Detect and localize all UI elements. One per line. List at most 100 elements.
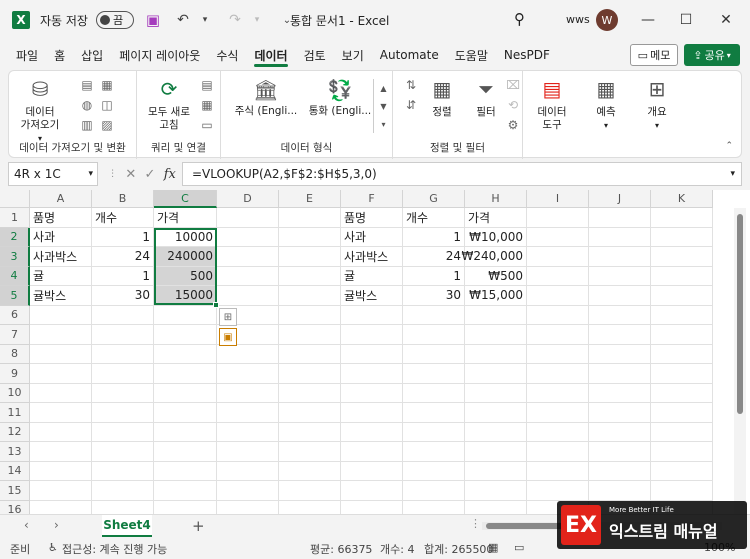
cell-k10[interactable] (651, 383, 713, 403)
worksheet-grid[interactable]: A B C D E F G H I J K 1 품명 개수 가격 품명 개수 가격 2 사과 1 10000 사과 1 ₩10,… (0, 190, 750, 514)
cell-h6[interactable] (465, 305, 527, 325)
cell-b10[interactable] (92, 383, 154, 403)
maximize-icon[interactable]: ☐ (672, 8, 700, 32)
cell-b16[interactable] (92, 500, 154, 514)
cell-e3[interactable] (279, 247, 341, 267)
cell-h4[interactable]: ₩500 (465, 266, 527, 286)
paste-options-icon[interactable]: ▣ (219, 328, 237, 346)
cell-g11[interactable] (403, 403, 465, 423)
cell-c16[interactable] (154, 500, 217, 514)
cell-b13[interactable] (92, 442, 154, 462)
cell-i8[interactable] (527, 344, 589, 364)
cell-e16[interactable] (279, 500, 341, 514)
column-header-k[interactable]: K (651, 190, 713, 208)
cell-h3[interactable]: ₩240,000 (462, 247, 527, 267)
filter-button[interactable]: ⏷ 필터 (469, 75, 503, 119)
from-web-icon[interactable]: ◍ (79, 97, 95, 113)
column-header-i[interactable]: I (527, 190, 589, 208)
cell-d1[interactable] (217, 208, 279, 228)
formula-input[interactable]: =VLOOKUP(A2,$F$2:$H$5,3,0) ▾ (182, 162, 742, 186)
cell-c1[interactable]: 가격 (154, 208, 217, 228)
save-icon[interactable]: ▣ (142, 9, 164, 31)
cell-g3[interactable]: 24 (403, 247, 465, 267)
cell-k11[interactable] (651, 403, 713, 423)
cell-d3[interactable] (217, 247, 279, 267)
sort-desc-icon[interactable]: ⇵ (403, 97, 419, 113)
cell-k4[interactable] (651, 266, 713, 286)
cell-b9[interactable] (92, 364, 154, 384)
cell-k12[interactable] (651, 422, 713, 442)
cell-f15[interactable] (341, 481, 403, 501)
comments-button[interactable]: ▭ 메모 (630, 44, 678, 66)
cell-d16[interactable] (217, 500, 279, 514)
cell-i7[interactable] (527, 325, 589, 345)
share-button[interactable]: ⇪ 공유 ▾ (684, 44, 740, 66)
close-icon[interactable]: ✕ (712, 8, 740, 32)
cell-f8[interactable] (341, 344, 403, 364)
sort-button[interactable]: ▦ 정렬 (423, 75, 461, 119)
cell-b3[interactable]: 24 (92, 247, 154, 267)
existing-connections-icon[interactable]: ◫ (99, 97, 115, 113)
undo-icon[interactable]: ↶ (172, 9, 194, 31)
get-data-button[interactable]: ⛁ 데이터 가져오기 ▾ (15, 75, 65, 145)
cell-j10[interactable] (589, 383, 651, 403)
cell-b8[interactable] (92, 344, 154, 364)
cell-f12[interactable] (341, 422, 403, 442)
cell-c5[interactable]: 15000 (154, 286, 217, 306)
stocks-button[interactable]: 🏛 주식 (Engli... (231, 77, 301, 127)
reapply-icon[interactable]: ⟲ (505, 97, 521, 113)
column-header-e[interactable]: E (279, 190, 341, 208)
cell-g7[interactable] (403, 325, 465, 345)
cell-f9[interactable] (341, 364, 403, 384)
cell-g16[interactable] (403, 500, 465, 514)
column-header-h[interactable]: H (465, 190, 527, 208)
tab-view[interactable]: 보기 (334, 40, 372, 70)
cell-d5[interactable] (217, 286, 279, 306)
select-all-corner[interactable] (0, 190, 30, 208)
cell-e5[interactable] (279, 286, 341, 306)
column-header-d[interactable]: D (217, 190, 279, 208)
more-icon[interactable]: ▾ (381, 120, 385, 129)
column-header-j[interactable]: J (589, 190, 651, 208)
row-header-7[interactable]: 7 (0, 325, 30, 345)
cell-e4[interactable] (279, 266, 341, 286)
autosave-toggle[interactable]: 끔 (95, 11, 134, 29)
row-header-14[interactable]: 14 (0, 461, 30, 481)
cell-h1[interactable]: 가격 (465, 208, 527, 228)
cell-i3[interactable] (527, 247, 589, 267)
edit-links-icon[interactable]: ▭ (199, 117, 215, 133)
column-header-a[interactable]: A (30, 190, 92, 208)
tab-review[interactable]: 검토 (296, 40, 334, 70)
cell-g14[interactable] (403, 461, 465, 481)
column-header-b[interactable]: B (92, 190, 154, 208)
cell-e9[interactable] (279, 364, 341, 384)
tab-formulas[interactable]: 수식 (208, 40, 246, 70)
cell-e14[interactable] (279, 461, 341, 481)
cell-h5[interactable]: ₩15,000 (465, 286, 527, 306)
cell-j3[interactable] (589, 247, 651, 267)
more-options-icon[interactable]: ⋮ (108, 169, 117, 179)
cell-h7[interactable] (465, 325, 527, 345)
properties-icon[interactable]: ▦ (199, 97, 215, 113)
enter-icon[interactable]: ✓ (145, 167, 156, 182)
cell-k14[interactable] (651, 461, 713, 481)
from-picture-icon[interactable]: ▨ (99, 117, 115, 133)
cell-e2[interactable] (279, 227, 341, 247)
cell-k7[interactable] (651, 325, 713, 345)
cell-d15[interactable] (217, 481, 279, 501)
cell-g9[interactable] (403, 364, 465, 384)
cell-d8[interactable] (217, 344, 279, 364)
cell-i15[interactable] (527, 481, 589, 501)
cell-j13[interactable] (589, 442, 651, 462)
cell-g5[interactable]: 30 (403, 286, 465, 306)
cell-f2[interactable]: 사과 (341, 227, 403, 247)
cell-h9[interactable] (465, 364, 527, 384)
cell-f13[interactable] (341, 442, 403, 462)
cell-e8[interactable] (279, 344, 341, 364)
cell-j8[interactable] (589, 344, 651, 364)
cell-i11[interactable] (527, 403, 589, 423)
cell-d4[interactable] (217, 266, 279, 286)
cell-a12[interactable] (30, 422, 92, 442)
cell-k1[interactable] (651, 208, 713, 228)
row-header-10[interactable]: 10 (0, 383, 30, 403)
